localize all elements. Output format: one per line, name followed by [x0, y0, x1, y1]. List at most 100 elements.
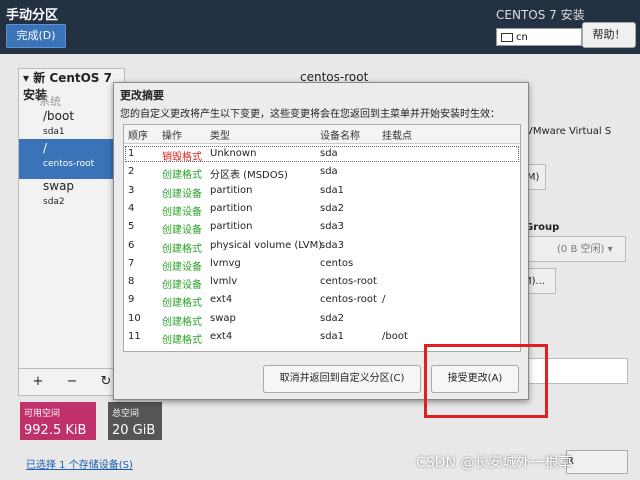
cell-action: 创建格式 — [162, 170, 202, 182]
table-row[interactable]: 7 创建设备 lvmvg centos — [124, 255, 520, 273]
install-title: 新 CentOS 7 安装 — [23, 71, 112, 102]
keyboard-layout-label: cn — [516, 32, 528, 43]
mount-actions: + − ↻ — [19, 368, 124, 395]
mount-name: swap — [43, 179, 75, 193]
volume-group-select[interactable]: (0 B 空闲) ▾ — [520, 236, 626, 262]
cell-action: 创建格式 — [162, 243, 202, 255]
add-mount-button[interactable]: + — [27, 373, 49, 391]
volume-group-free: (0 B 空闲) — [557, 244, 605, 255]
top-bar: 手动分区 完成(D) CENTOS 7 安装 cn 帮助！ — [0, 0, 640, 54]
done-button[interactable]: 完成(D) — [6, 24, 66, 48]
cell-action: 创建设备 — [162, 261, 202, 273]
mount-item-root[interactable]: / centos-root — [19, 139, 124, 179]
cell-order: 10 — [128, 312, 141, 324]
cell-order: 8 — [128, 276, 135, 288]
cell-order: 1 — [128, 148, 135, 159]
total-space-label: 总空间 — [112, 409, 140, 419]
mount-device: sda2 — [43, 197, 65, 207]
cell-action: 销毁格式 — [162, 152, 202, 163]
available-space-box: 可用空间 992.5 KiB — [20, 402, 96, 440]
cell-type: ext4 — [210, 294, 233, 306]
table-row[interactable]: 8 创建设备 lvmlv centos-root — [124, 273, 520, 291]
table-row[interactable]: 10 创建格式 swap sda2 — [124, 310, 520, 328]
cell-device: sda2 — [320, 312, 345, 324]
total-space-value: 20 GiB — [112, 423, 156, 438]
volume-group-label: Group — [525, 222, 560, 233]
keyboard-icon — [501, 32, 513, 42]
table-row[interactable]: 1 销毁格式 Unknown sda — [124, 145, 520, 163]
cell-mount: /boot — [382, 331, 408, 342]
cell-type: lvmlv — [210, 276, 238, 288]
cell-type: partition — [210, 221, 253, 233]
cell-action: 创建格式 — [162, 298, 202, 310]
cell-order: 4 — [128, 202, 135, 214]
column-header-order[interactable]: 顺序 — [128, 127, 148, 142]
remove-mount-button[interactable]: − — [61, 373, 83, 391]
cell-device: sda1 — [320, 331, 345, 342]
cell-action: 创建格式 — [162, 335, 202, 346]
help-button[interactable]: 帮助！ — [582, 22, 636, 48]
cell-device: sda2 — [320, 202, 345, 214]
cell-device: centos-root — [320, 294, 377, 306]
mount-device: sda1 — [43, 127, 65, 137]
cell-type: Unknown — [210, 148, 257, 159]
cell-order: 6 — [128, 239, 135, 251]
cell-order: 3 — [128, 184, 135, 196]
cell-device: sda — [320, 148, 338, 159]
column-header-type[interactable]: 类型 — [210, 127, 230, 142]
cell-device: centos — [320, 257, 354, 269]
cell-action: 创建设备 — [162, 225, 202, 237]
cancel-return-button[interactable]: 取消并返回到自定义分区(C) — [263, 365, 421, 393]
cell-order: 2 — [128, 166, 135, 178]
cell-type: physical volume (LVM) — [210, 239, 323, 251]
table-row[interactable]: 3 创建设备 partition sda1 — [124, 182, 520, 200]
mount-point-list: ▾ 新 CentOS 7 安装 系统 /boot sda1 / centos-r… — [18, 68, 125, 396]
table-row[interactable]: 2 创建格式 分区表 (MSDOS) sda — [124, 163, 520, 181]
cell-action: 创建设备 — [162, 188, 202, 200]
watermark: CSDN @长安城外一根草 — [416, 455, 573, 471]
keyboard-layout-indicator[interactable]: cn — [496, 28, 582, 46]
cell-device: sda3 — [320, 239, 345, 251]
mount-device: centos-root — [43, 159, 95, 169]
cell-order: 5 — [128, 221, 135, 233]
table-row[interactable]: 5 创建设备 partition sda3 — [124, 218, 520, 236]
available-space-label: 可用空间 — [24, 409, 61, 419]
column-header-mount[interactable]: 挂载点 — [382, 127, 412, 142]
table-row[interactable]: 4 创建设备 partition sda2 — [124, 200, 520, 218]
mount-item-swap[interactable]: swap sda2 — [19, 177, 124, 217]
available-space-value: 992.5 KiB — [24, 423, 87, 438]
cell-order: 9 — [128, 294, 135, 306]
reset-all-button[interactable]: R — [566, 450, 628, 474]
cell-type: partition — [210, 202, 253, 214]
dialog-title: 更改摘要 — [120, 89, 164, 102]
cell-action: 创建设备 — [162, 206, 202, 218]
cell-device: sda3 — [320, 221, 345, 233]
cell-device: centos-root — [320, 276, 377, 288]
cell-action: 创建设备 — [162, 280, 202, 292]
table-header: 顺序 操作 类型 设备名称 挂载点 — [124, 125, 520, 144]
cell-action: 创建格式 — [162, 316, 202, 328]
highlight-annotation — [424, 344, 548, 418]
changes-table: 顺序 操作 类型 设备名称 挂载点 1 销毁格式 Unknown sda 2 创建格式 分区… — [123, 124, 521, 352]
cell-device: sda — [320, 166, 338, 178]
cell-order: 11 — [128, 331, 141, 342]
page-title: 手动分区 — [6, 8, 59, 23]
dialog-subtitle: 您的自定义更改将产生以下变更，这些变更将会在您返回到主菜单并开始安装时生效： — [120, 109, 500, 120]
column-header-device[interactable]: 设备名称 — [320, 127, 360, 142]
total-space-box: 总空间 20 GiB — [108, 402, 162, 440]
cell-type: swap — [210, 312, 236, 324]
storage-devices-link[interactable]: 已选择 1 个存储设备(S) — [26, 456, 133, 471]
cell-device: sda1 — [320, 184, 345, 196]
cell-type: ext4 — [210, 331, 233, 342]
product-title: CENTOS 7 安装 — [496, 8, 585, 22]
table-row[interactable]: 6 创建格式 physical volume (LVM) sda3 — [124, 237, 520, 255]
cell-mount: / — [382, 294, 386, 306]
column-header-action[interactable]: 操作 — [162, 127, 182, 142]
cell-order: 7 — [128, 257, 135, 269]
mount-name: /boot — [43, 109, 75, 123]
table-row[interactable]: 9 创建格式 ext4 centos-root / — [124, 291, 520, 309]
cell-type: lvmvg — [210, 257, 241, 269]
mount-name: / — [43, 141, 48, 155]
cell-type: partition — [210, 184, 253, 196]
device-name-text: VMware Virtual S — [526, 126, 612, 137]
